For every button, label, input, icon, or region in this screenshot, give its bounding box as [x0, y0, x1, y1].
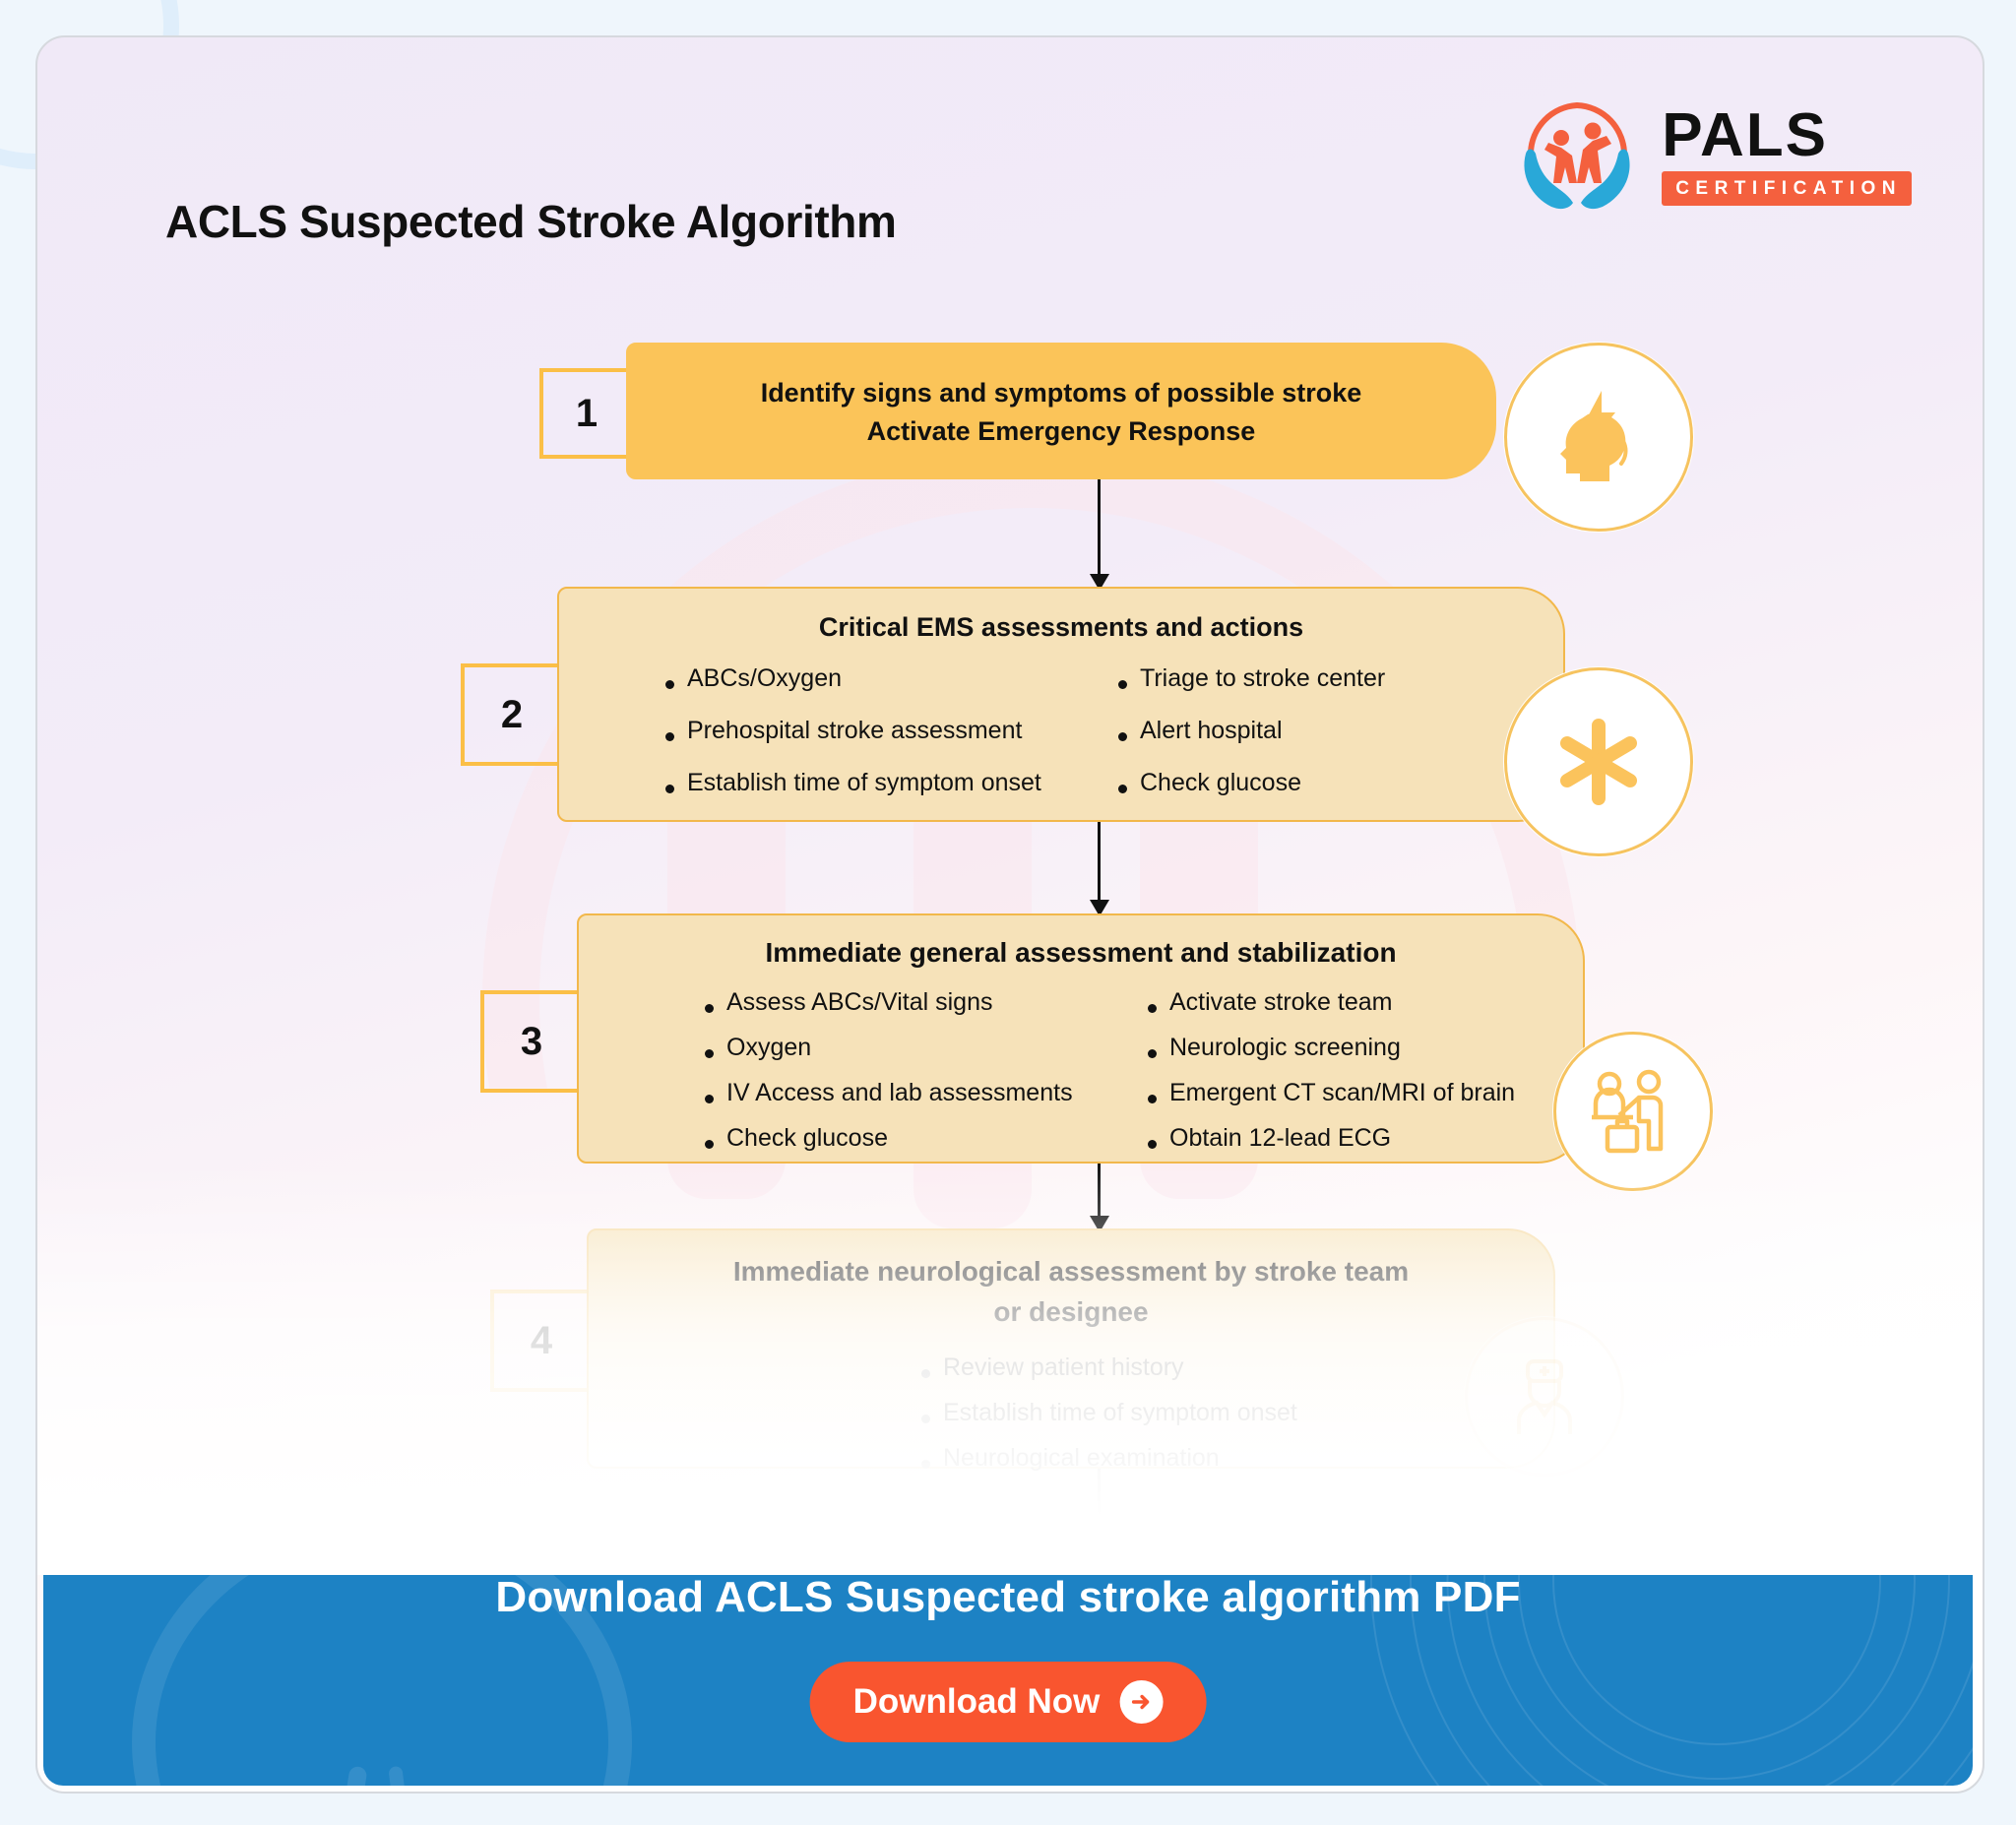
step-2-column-2: Triage to stroke center Alert hospital C… — [1110, 664, 1563, 797]
list-item: Establish time of symptom onset — [658, 769, 1110, 797]
step-3-title: Immediate general assessment and stabili… — [765, 937, 1397, 968]
download-now-label: Download Now — [852, 1682, 1101, 1721]
list-item: IV Access and lab assessments — [697, 1079, 1140, 1107]
list-item: Triage to stroke center — [1110, 664, 1563, 693]
list-item: Review patient history — [914, 1353, 1553, 1382]
connector-arrow-2 — [1098, 818, 1101, 914]
list-item: Assess ABCs/Vital signs — [697, 988, 1140, 1017]
list-item: Prehospital stroke assessment — [658, 717, 1110, 745]
list-item: Check glucose — [1110, 769, 1563, 797]
connector-arrow-4 — [1098, 1465, 1101, 1534]
page-background: ACLS Suspected Stroke Algorithm PALS CER… — [0, 0, 2016, 1825]
list-item: Neurological examination — [914, 1444, 1553, 1473]
step-4-icon-badge — [1465, 1317, 1624, 1477]
download-now-button[interactable]: Download Now — [809, 1662, 1207, 1742]
arrow-right-circle-icon — [1119, 1680, 1164, 1724]
step-4-title-line-1: Immediate neurological assessment by str… — [732, 1256, 1410, 1287]
doctor-icon — [1517, 1359, 1572, 1434]
list-item: Check glucose — [697, 1124, 1140, 1153]
step-1-title-line-1: Identify signs and symptoms of possible … — [760, 378, 1362, 408]
list-item: Obtain 12-lead ECG — [1140, 1124, 1583, 1153]
step-2-column-1: ABCs/Oxygen Prehospital stroke assessmen… — [658, 664, 1110, 797]
step-4-box: Immediate neurological assessment by str… — [587, 1228, 1555, 1472]
list-item: Oxygen — [697, 1034, 1140, 1062]
list-item: ABCs/Oxygen — [658, 664, 1110, 693]
connector-arrow-1 — [1098, 475, 1101, 589]
cta-decorative-arcs — [1343, 1522, 1973, 1786]
step-4-column-1: Review patient history Establish time of… — [589, 1353, 1553, 1473]
step-1-box: Identify signs and symptoms of possible … — [626, 343, 1496, 479]
step-2-number-badge: 2 — [461, 663, 563, 766]
step-1-title-line-2: Activate Emergency Response — [866, 416, 1256, 447]
step-4-title: Immediate neurological assessment by str… — [589, 1230, 1553, 1332]
list-item: Establish time of symptom onset — [914, 1399, 1553, 1427]
step-2-box: Critical EMS assessments and actions ABC… — [557, 587, 1565, 822]
step-3-icon-badge — [1553, 1032, 1713, 1191]
step-4-number-badge: 4 — [490, 1290, 593, 1392]
step-2-title: Critical EMS assessments and actions — [818, 612, 1304, 642]
cta-decorative-blob — [132, 1522, 632, 1786]
reception-desk-icon — [1592, 1069, 1664, 1154]
connector-arrow-3 — [1098, 1160, 1101, 1230]
step-3-box: Immediate general assessment and stabili… — [577, 913, 1585, 1164]
download-cta-banner: Download ACLS Suspected stroke algorithm… — [43, 1522, 1973, 1786]
list-item: Neurologic screening — [1140, 1034, 1583, 1062]
step-1-icon-badge — [1504, 343, 1693, 532]
step-3-column-1: Assess ABCs/Vital signs Oxygen IV Access… — [697, 988, 1140, 1153]
head-lightning-icon — [1560, 391, 1628, 481]
list-item: Activate stroke team — [1140, 988, 1583, 1017]
step-1-number-badge: 1 — [539, 368, 634, 459]
list-item: Emergent CT scan/MRI of brain — [1140, 1079, 1583, 1107]
step-1-title: Identify signs and symptoms of possible … — [628, 345, 1494, 451]
step-2-icon-badge — [1504, 667, 1693, 856]
step-4-title-line-2: or designee — [993, 1295, 1149, 1327]
step-3-column-2: Activate stroke team Neurologic screenin… — [1140, 988, 1583, 1153]
step-3-number-badge: 3 — [480, 990, 583, 1093]
cta-headline: Download ACLS Suspected stroke algorithm… — [495, 1573, 1521, 1621]
list-item: Alert hospital — [1110, 717, 1563, 745]
asterisk-icon — [1560, 719, 1637, 805]
